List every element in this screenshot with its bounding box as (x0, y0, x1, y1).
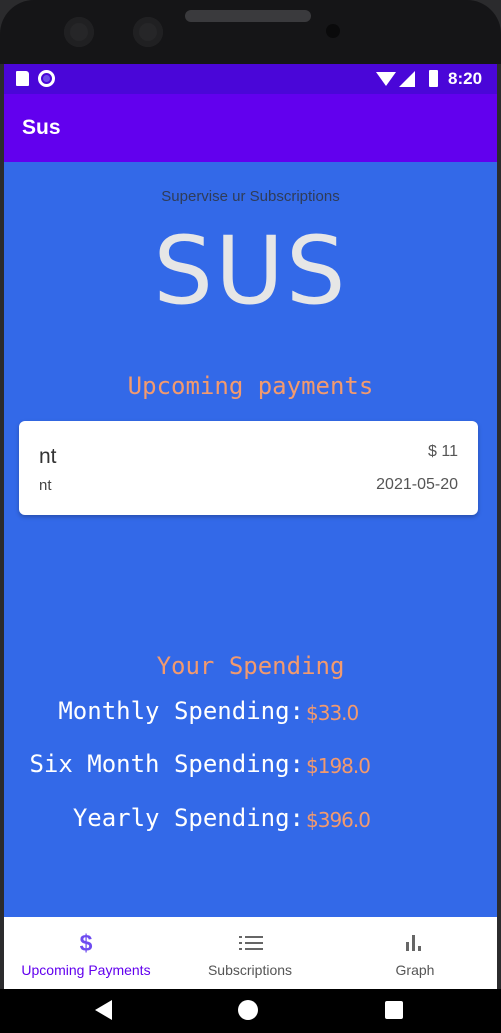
bar-chart-icon (333, 931, 497, 955)
upcoming-payments-heading: Upcoming payments (127, 372, 374, 400)
sensor-icon (326, 24, 340, 38)
list-icon (168, 931, 332, 955)
nav-graph[interactable]: Graph (333, 917, 497, 989)
notification-circle-icon (38, 70, 55, 87)
monthly-spending-value: $33.0 (306, 701, 359, 725)
app-bar: Sus (4, 94, 497, 162)
recents-icon[interactable] (385, 1001, 403, 1019)
back-icon[interactable] (95, 1000, 112, 1020)
yearly-spending-value: $396.0 (306, 808, 371, 832)
tagline: Supervise ur Subscriptions (161, 188, 340, 205)
monthly-spending-label: Monthly Spending: (58, 697, 304, 725)
dollar-icon: $ (79, 930, 93, 956)
payment-name: nt (39, 445, 57, 468)
wifi-icon (376, 72, 396, 86)
system-navigation-bar (0, 989, 501, 1033)
status-bar: 8:20 (4, 64, 497, 94)
nav-upcoming-payments-label: Upcoming Payments (21, 962, 151, 978)
yearly-spending-row: Yearly Spending: $396.0 (4, 804, 497, 836)
home-icon[interactable] (238, 1000, 258, 1020)
phone-top-bezel (0, 0, 501, 64)
camera-icon (64, 17, 94, 47)
monthly-spending-row: Monthly Spending: $33.0 (4, 697, 497, 729)
nav-subscriptions[interactable]: Subscriptions (168, 917, 332, 989)
speaker-grille (185, 10, 311, 22)
bottom-navigation: $ Upcoming Payments Subscriptions Graph (4, 917, 497, 989)
payment-card[interactable]: nt nt $ 11 2021-05-20 (19, 421, 478, 515)
app-title: Sus (22, 116, 61, 139)
battery-icon (429, 70, 438, 87)
nav-graph-label: Graph (395, 962, 435, 978)
status-time: 8:20 (448, 69, 483, 88)
nav-subscriptions-label: Subscriptions (207, 962, 293, 978)
app-screen: 8:20 Sus Supervise ur Subscriptions SUS … (4, 64, 497, 989)
your-spending-heading: Your Spending (156, 652, 345, 680)
sd-card-icon (16, 71, 29, 86)
payment-subtitle: nt (39, 477, 52, 494)
six-month-spending-row: Six Month Spending: $198.0 (4, 750, 497, 782)
cell-signal-icon (399, 71, 415, 87)
yearly-spending-label: Yearly Spending: (72, 804, 304, 832)
six-month-spending-value: $198.0 (306, 754, 371, 778)
nav-upcoming-payments[interactable]: $ Upcoming Payments (4, 917, 168, 989)
six-month-spending-label: Six Month Spending: (29, 750, 304, 778)
payment-date: 2021-05-20 (376, 476, 458, 493)
camera-icon (133, 17, 163, 47)
logo-text: SUS (153, 217, 348, 326)
payment-amount: $ 11 (428, 443, 458, 460)
